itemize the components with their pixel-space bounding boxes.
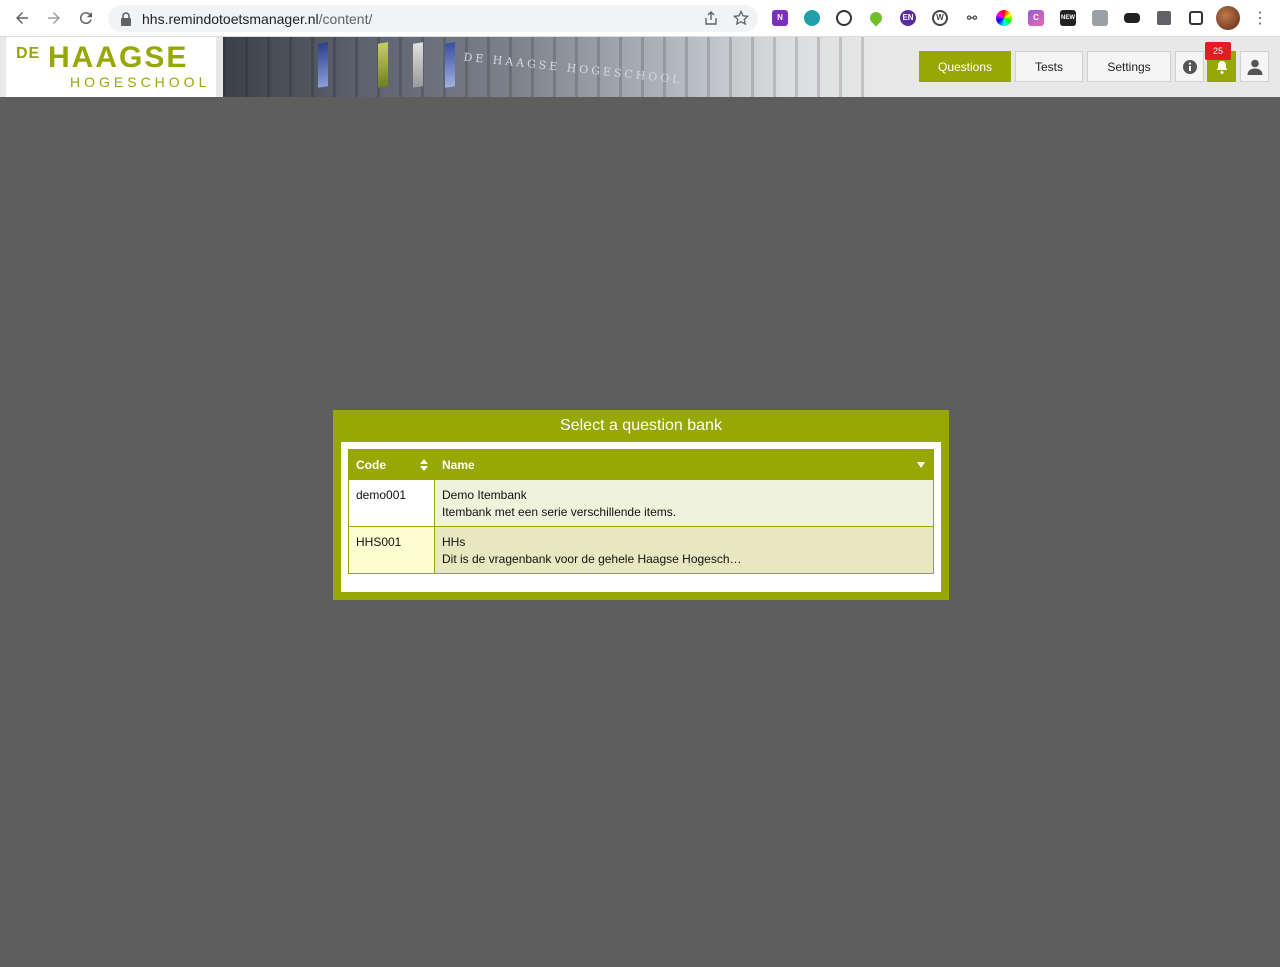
- row-name-cell: HHs Dit is de vragenbank voor de gehele …: [434, 526, 934, 574]
- row-code: demo001: [348, 479, 435, 527]
- name-column-label: Name: [442, 457, 475, 472]
- user-profile-button[interactable]: [1240, 51, 1269, 82]
- mask-extension-icon[interactable]: [1120, 6, 1144, 30]
- profile-avatar-icon[interactable]: [1216, 6, 1240, 30]
- notification-count-badge: 25: [1205, 42, 1231, 60]
- side-panel-icon[interactable]: [1184, 6, 1208, 30]
- browser-toolbar: hhs.remindotoetsmanager.nl/content/ N EN…: [0, 0, 1280, 37]
- user-icon: [1247, 59, 1262, 75]
- glasses-extension-icon[interactable]: ⚯: [960, 6, 984, 30]
- panda-extension-icon[interactable]: [832, 6, 856, 30]
- row-code: HHS001: [348, 526, 435, 574]
- bookmark-star-icon[interactable]: [732, 9, 750, 27]
- code-column-header[interactable]: Code: [348, 449, 435, 480]
- reload-icon[interactable]: [70, 2, 102, 34]
- row-description: Itembank met een serie verschillende ite…: [442, 505, 677, 519]
- haagse-hogeschool-logo[interactable]: DE HAAGSE HOGESCHOOL: [6, 37, 216, 97]
- nav-questions-tab[interactable]: Questions: [919, 51, 1011, 82]
- extension-teal-icon[interactable]: [800, 6, 824, 30]
- nav-settings-tab[interactable]: Settings: [1087, 51, 1171, 82]
- c-extension-icon[interactable]: C: [1024, 6, 1048, 30]
- header-banner-image: DE HAAGSE HOGESCHOOL: [223, 37, 883, 97]
- address-bar[interactable]: hhs.remindotoetsmanager.nl/content/: [108, 5, 758, 32]
- logo-hogeschool: HOGESCHOOL: [70, 74, 211, 90]
- en-extension-icon[interactable]: EN: [896, 6, 920, 30]
- bell-icon: [1216, 60, 1227, 74]
- nav-tests-tab[interactable]: Tests: [1015, 51, 1083, 82]
- row-description: Dit is de vragenbank voor de gehele Haag…: [442, 552, 742, 566]
- logo-haagse: HAAGSE: [48, 41, 189, 74]
- browser-menu-icon[interactable]: ⋮: [1248, 6, 1272, 30]
- url-text: hhs.remindotoetsmanager.nl/content/: [142, 10, 373, 27]
- name-column-header[interactable]: Name: [434, 449, 934, 480]
- color-picker-extension-icon[interactable]: [992, 6, 1016, 30]
- dialog-title: Select a question bank: [560, 417, 722, 434]
- share-icon[interactable]: [702, 9, 720, 27]
- extensions-puzzle-icon[interactable]: [1152, 6, 1176, 30]
- back-icon[interactable]: [6, 2, 38, 34]
- sort-icon: [420, 459, 428, 471]
- table-row[interactable]: HHS001 HHs Dit is de vragenbank voor de …: [348, 526, 934, 574]
- lock-icon: [121, 11, 131, 26]
- drop-extension-icon[interactable]: [864, 6, 888, 30]
- row-name: Demo Itembank: [442, 488, 527, 502]
- table-row[interactable]: demo001 Demo Itembank Itembank met een s…: [348, 479, 934, 527]
- row-name-cell: Demo Itembank Itembank met een serie ver…: [434, 479, 934, 527]
- info-icon: [1182, 59, 1197, 74]
- code-column-label: Code: [356, 457, 386, 472]
- logo-de: DE: [16, 45, 41, 62]
- row-name: HHs: [442, 535, 466, 549]
- dialog-body: Code Name demo001 Demo Itembank Itembank…: [341, 442, 941, 592]
- info-button[interactable]: [1175, 51, 1204, 82]
- question-bank-table: Code Name demo001 Demo Itembank Itembank…: [348, 449, 934, 574]
- question-bank-dialog: Select a question bank Code Name demo001: [333, 410, 949, 600]
- camera-extension-icon[interactable]: [1088, 6, 1112, 30]
- app-header: DE HAAGSE HOGESCHOOL DE HAAGSE HOGESCHOO…: [0, 37, 1280, 97]
- forward-icon[interactable]: [38, 2, 70, 34]
- sort-desc-icon: [917, 462, 925, 468]
- w-extension-icon[interactable]: W: [928, 6, 952, 30]
- news-extension-icon[interactable]: NEW: [1056, 6, 1080, 30]
- onenote-extension-icon[interactable]: N: [768, 6, 792, 30]
